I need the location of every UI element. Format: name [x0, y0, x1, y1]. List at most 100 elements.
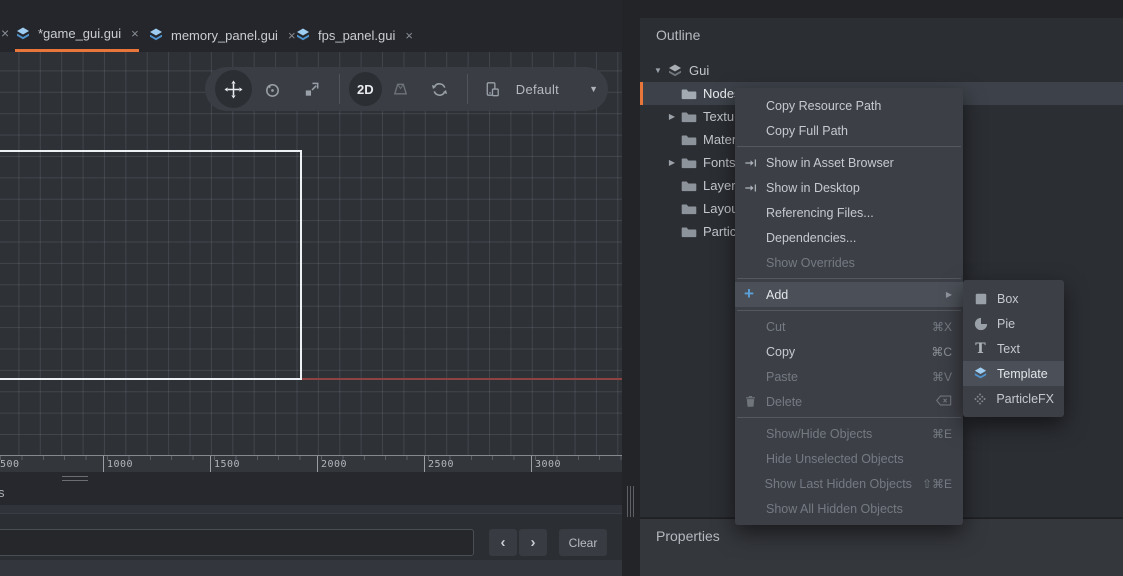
find-previous-button[interactable]: ‹ [489, 529, 517, 556]
folder-icon [681, 86, 697, 102]
menu-item-paste: Paste ⌘V [735, 364, 963, 389]
menu-item-label: Show Last Hidden Objects [765, 477, 912, 491]
toolbar-divider [339, 74, 340, 104]
menu-divider [737, 146, 961, 147]
chevron-right-icon: › [531, 534, 536, 551]
add-plus-icon: + [744, 287, 766, 302]
ruler-tick-label: 3000 [535, 459, 561, 470]
delete-key-icon [936, 395, 952, 409]
gui-file-icon [295, 27, 311, 43]
reset-camera-button[interactable] [421, 70, 458, 108]
template-node-icon [973, 366, 988, 381]
clear-button-label: Clear [569, 536, 598, 550]
menu-item-label: Show in Asset Browser [766, 156, 952, 170]
find-next-button[interactable]: › [519, 529, 547, 556]
panel-drag-handle[interactable] [62, 476, 88, 481]
scale-tool-button[interactable] [293, 70, 330, 108]
chevron-left-icon: ‹ [501, 534, 506, 551]
particlefx-node-icon [973, 391, 987, 406]
pane-splitter-handle[interactable] [627, 486, 635, 517]
menu-shortcut: ⌘E [932, 427, 952, 441]
console-panel: ‹ › Clear [0, 505, 622, 560]
menu-item-referencing-files[interactable]: Referencing Files... [735, 200, 963, 225]
outline-panel-title: Outline [640, 18, 1123, 43]
ruler-tick [531, 456, 532, 473]
disclosure-collapsed-icon[interactable]: ▶ [665, 112, 679, 121]
tab-memory-panel[interactable]: memory_panel.gui × [148, 18, 296, 52]
console-search-input[interactable] [0, 529, 474, 556]
menu-item-copy-full-path[interactable]: Copy Full Path [735, 118, 963, 143]
menu-item-label: Cut [766, 320, 922, 334]
menu-item-add[interactable]: + Add ▶ [735, 282, 963, 307]
tab-game-gui[interactable]: *game_gui.gui × [15, 18, 139, 52]
viewport-toolbar: 2D [205, 67, 608, 111]
frustum-icon [391, 80, 410, 99]
move-icon [224, 80, 243, 99]
scene-viewport[interactable]: 2D [0, 52, 622, 455]
submenu-item-particlefx[interactable]: ParticleFX [963, 386, 1064, 411]
menu-item-label: Show in Desktop [766, 181, 952, 195]
menu-item-show-in-asset-browser[interactable]: Show in Asset Browser [735, 150, 963, 175]
clear-console-button[interactable]: Clear [559, 529, 607, 556]
ruler-tick-label: 2000 [321, 459, 347, 470]
menu-item-show-last-hidden-objects: Show Last Hidden Objects ⇧⌘E [735, 471, 963, 496]
menu-item-label: Add [766, 288, 946, 302]
menu-item-label: Delete [766, 395, 926, 409]
menu-item-label: Dependencies... [766, 231, 952, 245]
disclosure-collapsed-icon[interactable]: ▶ [665, 158, 679, 167]
defold-editor-window: × *game_gui.gui × memory_panel.gui × [0, 0, 1123, 576]
scene-editor-pane: × *game_gui.gui × memory_panel.gui × [0, 0, 622, 576]
menu-item-dependencies[interactable]: Dependencies... [735, 225, 963, 250]
close-icon[interactable]: × [405, 28, 413, 43]
submenu-item-text[interactable]: T Text [963, 336, 1064, 361]
close-icon[interactable]: × [1, 25, 9, 41]
submenu-item-pie[interactable]: Pie [963, 311, 1064, 336]
submenu-item-label: Pie [997, 317, 1015, 331]
text-node-icon: T [973, 341, 988, 356]
layout-profile-dropdown[interactable]: Default ▼ [483, 80, 598, 99]
outline-item-gui[interactable]: ▼ Gui [640, 59, 1123, 82]
menu-item-label: Show Overrides [766, 256, 952, 270]
submenu-item-label: Template [997, 367, 1048, 381]
menu-item-delete: Delete [735, 389, 963, 414]
menu-item-label: Copy Resource Path [766, 99, 952, 113]
menu-item-copy-resource-path[interactable]: Copy Resource Path [735, 93, 963, 118]
folder-icon [681, 109, 697, 125]
menu-item-copy[interactable]: Copy ⌘C [735, 339, 963, 364]
menu-item-label: Hide Unselected Objects [766, 452, 952, 466]
menu-item-cut: Cut ⌘X [735, 314, 963, 339]
submenu-item-box[interactable]: Box [963, 286, 1064, 311]
perspective-camera-button[interactable] [382, 70, 419, 108]
disclosure-open-icon[interactable]: ▼ [651, 66, 665, 75]
properties-panel: Properties [640, 518, 1123, 576]
clipped-panel-label: s [0, 485, 5, 500]
chevron-down-icon: ▼ [589, 84, 598, 94]
2d-mode-button[interactable]: 2D [349, 72, 382, 106]
menu-item-label: Referencing Files... [766, 206, 952, 220]
gui-file-icon [15, 26, 31, 42]
gui-file-icon [148, 27, 164, 43]
toolbar-divider [467, 74, 468, 104]
horizontal-ruler: 500 1000 1500 2000 2500 3000 [0, 455, 622, 472]
bottom-panel-header: s [0, 472, 622, 505]
rotate-icon [263, 80, 282, 99]
ruler-tick [424, 456, 425, 473]
move-tool-button[interactable] [215, 70, 252, 108]
menu-item-label: Show All Hidden Objects [766, 502, 952, 516]
submenu-item-template[interactable]: Template [963, 361, 1064, 386]
folder-icon [681, 132, 697, 148]
tab-fps-panel[interactable]: fps_panel.gui × [295, 18, 413, 52]
submenu-item-label: Text [997, 342, 1020, 356]
ruler-tick-label: 1000 [107, 459, 133, 470]
menu-item-show-in-desktop[interactable]: Show in Desktop [735, 175, 963, 200]
close-icon[interactable]: × [131, 26, 139, 41]
ruler-tick-label: 500 [0, 459, 20, 470]
gui-scene-icon [667, 63, 683, 79]
pie-node-icon [973, 316, 988, 331]
menu-item-label: Show/Hide Objects [766, 427, 922, 441]
layout-profile-value: Default [516, 82, 559, 97]
submenu-item-label: ParticleFX [996, 392, 1054, 406]
rotate-tool-button[interactable] [254, 70, 291, 108]
menu-shortcut: ⌘C [931, 345, 952, 359]
submenu-item-label: Box [997, 292, 1019, 306]
